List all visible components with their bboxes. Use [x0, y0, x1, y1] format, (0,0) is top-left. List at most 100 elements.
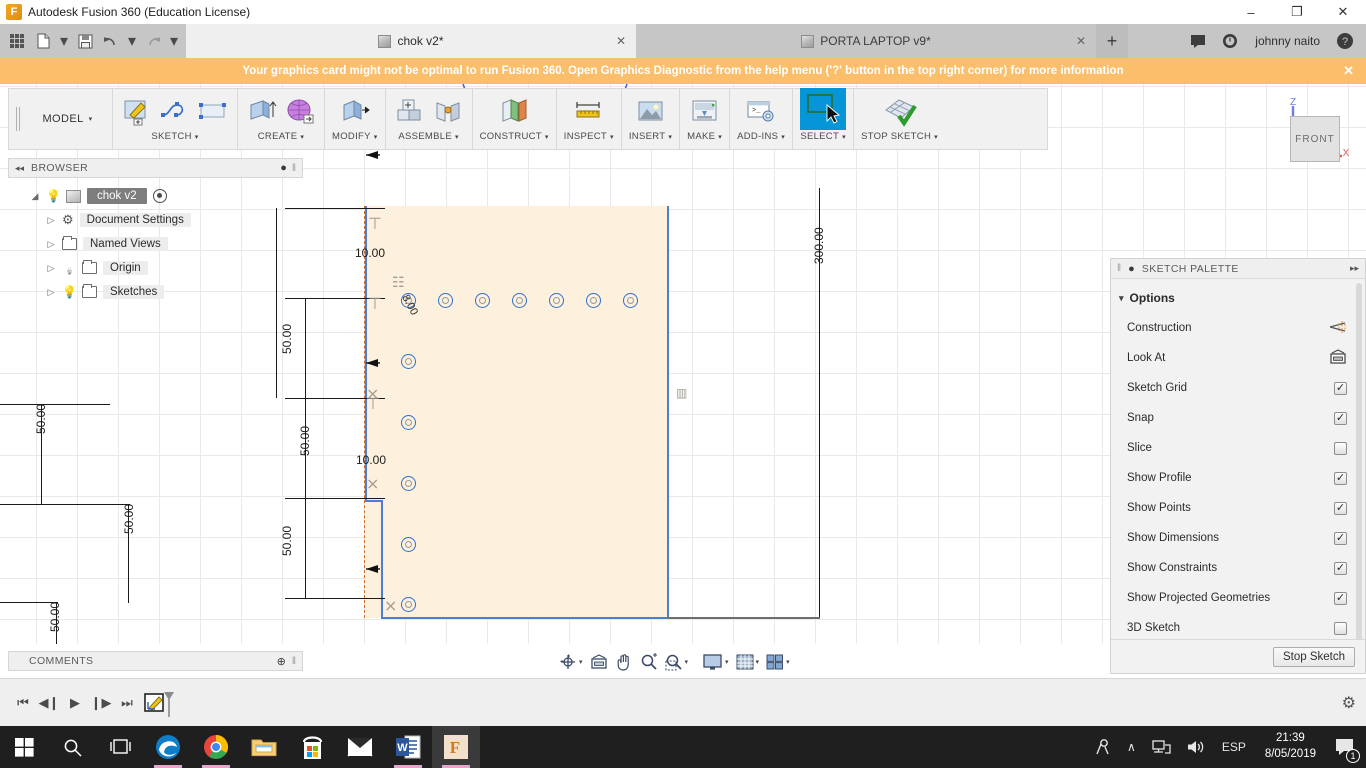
palette-row-show-projected-geometries[interactable]: Show Projected Geometries ✓	[1111, 583, 1365, 613]
coincident-constraint-icon[interactable]: ⨯	[366, 474, 379, 494]
sketch-hole[interactable]	[401, 415, 416, 430]
coincident-constraint-icon[interactable]: ⨯	[384, 596, 397, 616]
tree-item-root[interactable]: ◢ 💡 chok v2	[8, 184, 303, 208]
extrude-icon[interactable]	[245, 94, 279, 130]
app-grid-icon[interactable]	[4, 24, 30, 58]
dimension-text[interactable]: 50.00	[122, 504, 136, 534]
notifications-icon[interactable]	[1183, 24, 1213, 58]
collapse-browser-icon[interactable]: ◂◂	[15, 163, 24, 174]
document-tab-close-0[interactable]: ✕	[616, 34, 626, 48]
view-cube-front-face[interactable]: FRONT	[1290, 116, 1340, 162]
document-tab-1[interactable]: PORTA LAPTOP v9* ✕	[636, 24, 1096, 58]
select-tool-icon[interactable]	[800, 88, 847, 130]
tree-item-named-views[interactable]: ▷ Named Views	[8, 232, 303, 256]
close-window-button[interactable]: ✕	[1320, 0, 1366, 24]
palette-menu-icon[interactable]: ●	[1128, 263, 1135, 275]
new-document-tab-button[interactable]: +	[1096, 24, 1128, 58]
panel-menu-icon[interactable]: ●	[280, 162, 287, 174]
timeline-next-icon[interactable]: ❙▶	[88, 690, 114, 716]
press-pull-icon[interactable]	[338, 94, 372, 130]
palette-grip-icon[interactable]: ‖	[1117, 263, 1121, 274]
joint-icon[interactable]	[431, 94, 465, 130]
taskbar-app-chrome[interactable]	[192, 726, 240, 768]
browser-header-controls[interactable]: ● ‖	[280, 162, 296, 174]
maximize-button[interactable]: ❐	[1274, 0, 1320, 24]
sketch-hole[interactable]	[512, 293, 527, 308]
show-points-checkbox[interactable]: ✓	[1334, 501, 1347, 515]
workspace-selector[interactable]: MODEL ▾	[23, 89, 113, 149]
visibility-bulb-icon[interactable]: 💡	[62, 285, 77, 299]
3d-print-icon[interactable]	[688, 94, 722, 130]
show-constraints-checkbox[interactable]: ✓	[1334, 561, 1347, 575]
ribbon-grip[interactable]	[9, 89, 23, 149]
orbit-icon[interactable]: ▾	[556, 650, 586, 674]
taskbar-app-file-explorer[interactable]	[240, 726, 288, 768]
fix-constraint-icon[interactable]: ☷	[392, 274, 405, 291]
sketch-line-step[interactable]	[365, 500, 383, 502]
expand-arrow-icon[interactable]: ▷	[46, 239, 56, 250]
task-view-icon[interactable]	[96, 726, 144, 768]
perpendicular-constraint-icon[interactable]: ⊤	[366, 394, 380, 414]
redo-caret-icon[interactable]: ▾	[166, 24, 182, 58]
options-section-header[interactable]: ▾ Options	[1111, 285, 1365, 313]
save-icon[interactable]	[72, 24, 98, 58]
show-projected-geometries-checkbox[interactable]: ✓	[1334, 591, 1347, 605]
palette-row-slice[interactable]: Slice	[1111, 433, 1365, 463]
add-comment-icon[interactable]: ⊕	[277, 655, 286, 668]
taskbar-app-word[interactable]: W	[384, 726, 432, 768]
redo-icon[interactable]	[140, 24, 166, 58]
people-icon[interactable]	[1086, 726, 1118, 768]
show-dimensions-checkbox[interactable]: ✓	[1334, 531, 1347, 545]
language-indicator[interactable]: ESP	[1215, 726, 1253, 768]
scripts-addins-icon[interactable]: >_	[744, 94, 778, 130]
timeline-previous-icon[interactable]: ◀❙	[36, 690, 62, 716]
undo-icon[interactable]	[98, 24, 124, 58]
look-at-icon[interactable]	[587, 650, 611, 674]
construction-icon[interactable]	[1329, 320, 1347, 337]
network-icon[interactable]	[1145, 726, 1178, 768]
taskbar-clock[interactable]: 21:39 8/05/2019	[1255, 731, 1326, 762]
perpendicular-constraint-icon[interactable]: ⊤	[368, 214, 382, 234]
activate-component-icon[interactable]	[152, 189, 167, 203]
sketch-line-left-lower[interactable]	[381, 501, 383, 619]
start-button-icon[interactable]	[0, 726, 48, 768]
expand-arrow-icon[interactable]: ◢	[30, 191, 40, 202]
dimension-text[interactable]: 10.00	[356, 453, 386, 467]
taskbar-app-mail[interactable]	[336, 726, 384, 768]
tree-item-origin[interactable]: ▷ 💡 Origin	[8, 256, 303, 280]
dimension-text[interactable]: 50.00	[280, 324, 294, 354]
sketch-hole[interactable]	[401, 354, 416, 369]
palette-row-show-profile[interactable]: Show Profile ✓	[1111, 463, 1365, 493]
search-icon[interactable]	[48, 726, 96, 768]
chevron-down-icon[interactable]: ▾	[725, 658, 729, 666]
snap-checkbox[interactable]: ✓	[1334, 411, 1347, 425]
sketch-hole[interactable]	[586, 293, 601, 308]
sketch-line-bottom[interactable]	[381, 617, 669, 619]
palette-row-sketch-grid[interactable]: Sketch Grid ✓	[1111, 373, 1365, 403]
construction-line[interactable]	[364, 206, 365, 618]
taskbar-app-fusion360[interactable]: F	[432, 726, 480, 768]
viewports-icon[interactable]: ▾	[763, 650, 793, 674]
grid-snaps-icon[interactable]: ▾	[733, 650, 763, 674]
zoom-window-icon[interactable]: ▾	[662, 650, 692, 674]
timeline-settings-icon[interactable]: ⚙	[1342, 693, 1356, 713]
timeline-sketch-feature[interactable]	[144, 690, 174, 717]
document-tab-close-1[interactable]: ✕	[1076, 34, 1086, 48]
visibility-bulb-icon[interactable]: 💡	[46, 189, 61, 203]
palette-row-show-dimensions[interactable]: Show Dimensions ✓	[1111, 523, 1365, 553]
spline-icon[interactable]	[158, 94, 192, 130]
stop-sketch-icon[interactable]	[883, 94, 917, 130]
expand-arrow-icon[interactable]: ▷	[46, 263, 56, 274]
pan-icon[interactable]	[612, 650, 636, 674]
dimension-text[interactable]: 300.00	[812, 227, 826, 264]
dimension-text[interactable]: 50.00	[48, 602, 62, 632]
palette-row-3d-sketch[interactable]: 3D Sketch	[1111, 613, 1365, 639]
sketch-hole[interactable]	[438, 293, 453, 308]
sketch-hole[interactable]	[549, 293, 564, 308]
insert-image-icon[interactable]	[634, 94, 668, 130]
new-file-icon[interactable]	[30, 24, 56, 58]
chevron-down-icon[interactable]: ▾	[786, 658, 790, 666]
panel-grip-icon[interactable]: ‖	[292, 163, 296, 174]
new-file-caret-icon[interactable]: ▾	[56, 24, 72, 58]
visibility-bulb-icon[interactable]: 💡	[62, 261, 77, 275]
